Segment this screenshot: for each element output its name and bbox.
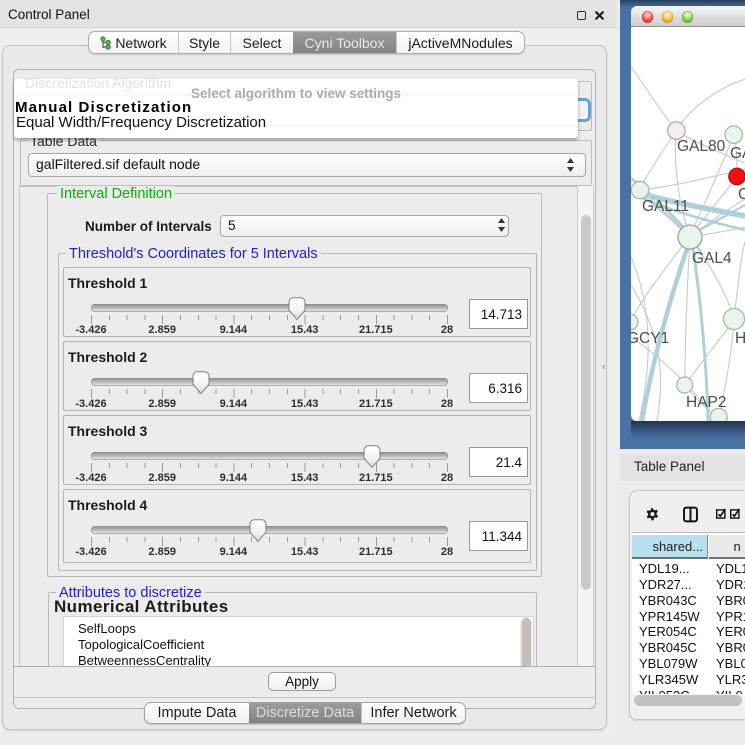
svg-text:GAL4: GAL4 — [692, 250, 732, 267]
svg-text:HAP2: HAP2 — [686, 394, 727, 411]
svg-text:GAL11: GAL11 — [642, 198, 689, 215]
svg-text:GAL80: GAL80 — [677, 138, 726, 155]
svg-text:GA: GA — [730, 145, 745, 162]
svg-text:C: C — [738, 186, 745, 203]
svg-text:H: H — [735, 330, 745, 347]
svg-text:GCY1: GCY1 — [631, 330, 669, 347]
